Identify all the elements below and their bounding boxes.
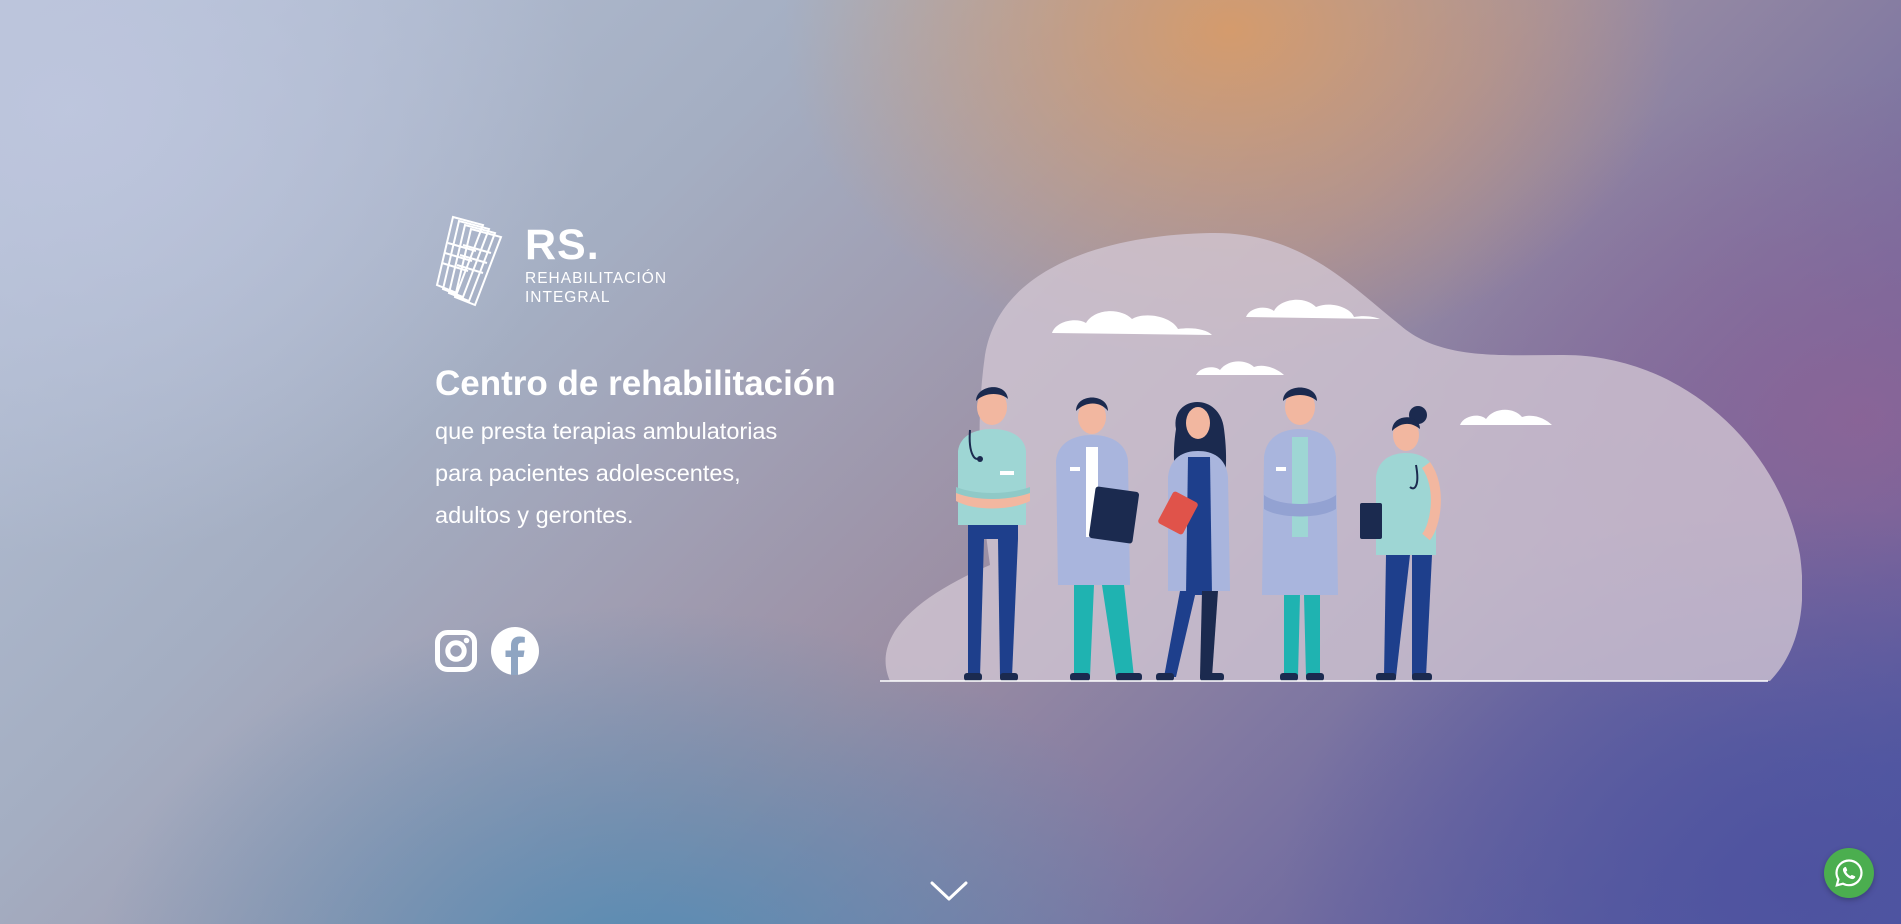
medical-team-illustration [880,232,1802,682]
instagram-icon [435,630,477,672]
logo-name: RS. [525,221,600,269]
social-links [435,627,539,679]
logo-mark-icon [435,215,503,307]
clipboard-icon [1088,486,1140,544]
chevron-down-icon [930,881,968,901]
facebook-icon [491,627,539,675]
logo-subtitle-line1: REHABILITACIÓN [525,270,668,287]
facebook-link[interactable] [491,627,539,679]
hero-text-block: RS. REHABILITACIÓN INTEGRAL Centro de re… [435,213,915,675]
tablet-icon [1360,503,1382,539]
logo[interactable]: RS. REHABILITACIÓN INTEGRAL [435,213,915,309]
hero-description: que presta terapias ambulatorias para pa… [435,418,778,528]
whatsapp-button[interactable] [1824,848,1874,898]
whatsapp-icon [1835,859,1863,887]
instagram-link[interactable] [435,630,477,676]
scroll-down-button[interactable] [930,880,968,902]
logo-subtitle-line2: INTEGRAL [525,289,611,306]
page-title: Centro de rehabilitación [435,364,836,403]
